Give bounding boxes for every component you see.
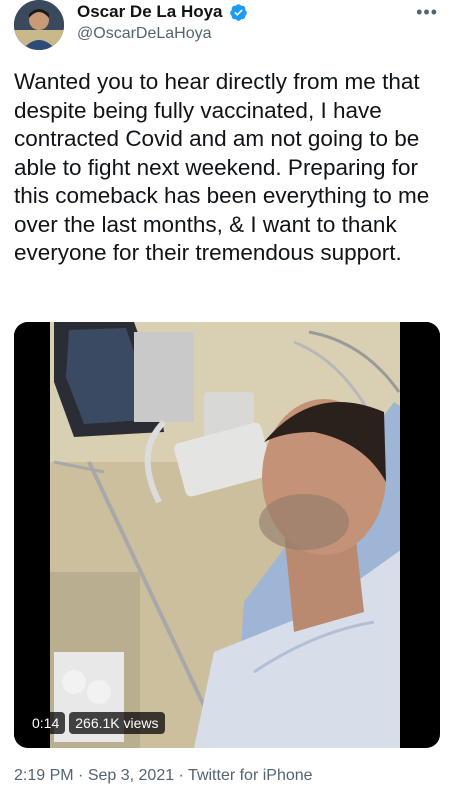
tweet-source[interactable]: Twitter for iPhone bbox=[188, 767, 313, 784]
name-row: Oscar De La Hoya bbox=[77, 2, 248, 22]
tweet-header: Oscar De La Hoya @OscarDeLaHoya ••• bbox=[14, 0, 444, 60]
user-handle[interactable]: @OscarDeLaHoya bbox=[77, 25, 212, 43]
meta-separator-2: · bbox=[174, 767, 189, 784]
meta-separator: · bbox=[73, 767, 88, 784]
tweet-text: Wanted you to hear directly from me that… bbox=[14, 69, 430, 265]
more-options-icon[interactable]: ••• bbox=[416, 2, 438, 23]
video-view-count: 266.1K views bbox=[69, 712, 165, 734]
video-player[interactable]: 0:14 266.1K views bbox=[14, 322, 440, 748]
display-name[interactable]: Oscar De La Hoya bbox=[77, 2, 223, 22]
avatar[interactable] bbox=[14, 0, 64, 50]
video-badges: 0:14 266.1K views bbox=[26, 712, 165, 734]
tweet-meta: 2:19 PM · Sep 3, 2021 · Twitter for iPho… bbox=[14, 767, 313, 785]
tweet-time[interactable]: 2:19 PM bbox=[14, 767, 74, 784]
tweet-date[interactable]: Sep 3, 2021 bbox=[88, 767, 174, 784]
verified-badge-icon bbox=[229, 3, 247, 21]
video-frame bbox=[14, 322, 440, 748]
video-elapsed-time: 0:14 bbox=[26, 712, 66, 734]
